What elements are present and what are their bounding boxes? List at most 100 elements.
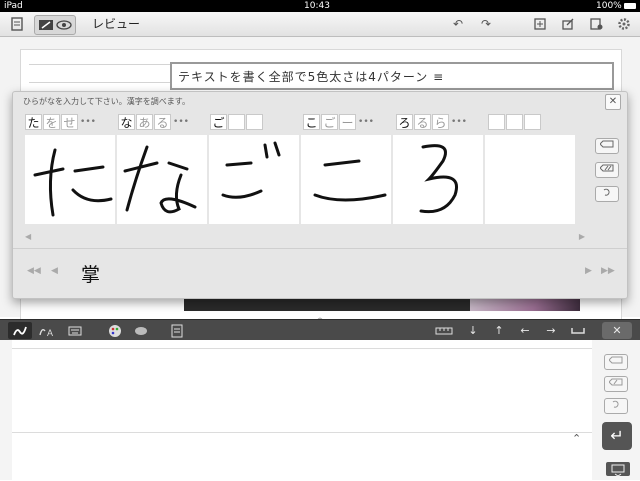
handwriting-cell[interactable] bbox=[209, 135, 299, 224]
candidate-char[interactable]: な bbox=[118, 114, 135, 130]
candidate-char[interactable]: せ bbox=[61, 114, 78, 130]
candidate-group: ろ る ら ••• bbox=[396, 114, 468, 130]
handwriting-to-text-icon: A bbox=[39, 328, 53, 337]
candidate-group: た を せ ••• bbox=[25, 114, 97, 130]
candidate-group: な あ る ••• bbox=[118, 114, 190, 130]
eraser-icon bbox=[608, 356, 623, 364]
handwriting-canvas[interactable] bbox=[12, 340, 592, 480]
enter-button[interactable]: ↵ bbox=[602, 422, 632, 450]
candidate-char[interactable] bbox=[228, 114, 245, 130]
candidate-char[interactable]: ご bbox=[210, 114, 227, 130]
more-candidates-button[interactable]: ••• bbox=[172, 114, 190, 130]
prev-page-icon[interactable]: ◀ bbox=[51, 266, 58, 276]
document-list-button[interactable] bbox=[6, 15, 28, 33]
eraser-icon bbox=[599, 140, 614, 148]
keyboard-hide-icon bbox=[611, 464, 625, 477]
pen-mode-button[interactable] bbox=[8, 322, 32, 339]
candidate-char[interactable] bbox=[246, 114, 263, 130]
cursor-right-button[interactable]: → bbox=[542, 322, 560, 339]
gear-icon bbox=[618, 18, 630, 30]
last-page-icon[interactable]: ▶▶ bbox=[601, 266, 615, 276]
first-page-icon[interactable]: ◀◀ bbox=[27, 266, 41, 276]
share-button[interactable] bbox=[558, 15, 578, 33]
candidate-group bbox=[488, 114, 542, 130]
candidate-group: こ ご ー ••• bbox=[303, 114, 375, 130]
settings-button[interactable] bbox=[614, 15, 634, 33]
next-page-icon[interactable]: ▶ bbox=[585, 266, 592, 276]
clear-input-button[interactable] bbox=[604, 354, 628, 370]
handwriting-panel: ひらがなを入力して下さい。漢字を調べます。 ✕ た を せ ••• な あ る … bbox=[12, 91, 628, 299]
handwriting-cell[interactable] bbox=[393, 135, 483, 224]
clear-all-button[interactable] bbox=[595, 162, 619, 178]
close-input-button[interactable]: ✕ bbox=[602, 322, 632, 339]
export-icon bbox=[562, 18, 574, 30]
document-heading-box[interactable]: テキストを書く全部で5色太さは4パターン ≡ bbox=[170, 62, 614, 90]
battery-icon bbox=[624, 3, 636, 9]
more-candidates-button[interactable]: ••• bbox=[79, 114, 97, 130]
panel-close-button[interactable]: ✕ bbox=[605, 94, 621, 110]
keyboard-button[interactable] bbox=[64, 322, 86, 339]
cells-scrollbar[interactable]: ◀ ▶ bbox=[25, 232, 585, 242]
hide-keyboard-button[interactable] bbox=[606, 462, 630, 477]
cursor-left-button[interactable]: ← bbox=[516, 322, 534, 339]
candidate-char[interactable]: こ bbox=[303, 114, 320, 130]
undo-input-button[interactable] bbox=[604, 398, 628, 414]
clear-all-icon bbox=[608, 378, 623, 386]
undo-stroke-icon bbox=[603, 188, 610, 196]
cursor-up-button[interactable]: ↑ bbox=[490, 322, 508, 339]
color-palette-button[interactable] bbox=[104, 322, 126, 339]
candidate-char[interactable]: ら bbox=[432, 114, 449, 130]
new-page-button[interactable] bbox=[530, 15, 550, 33]
page-settings-icon bbox=[590, 18, 603, 30]
battery-label: 100% bbox=[596, 1, 622, 11]
candidate-char[interactable]: ろ bbox=[396, 114, 413, 130]
candidate-char[interactable]: ご bbox=[321, 114, 338, 130]
candidate-char[interactable]: る bbox=[154, 114, 171, 130]
candidate-char[interactable]: あ bbox=[136, 114, 153, 130]
edit-view-toggle[interactable] bbox=[34, 15, 76, 35]
undo-icon: ↶ bbox=[452, 17, 464, 31]
panel-instruction: ひらがなを入力して下さい。漢字を調べます。 bbox=[23, 97, 190, 106]
guide-line bbox=[12, 432, 592, 433]
candidate-char[interactable] bbox=[506, 114, 523, 130]
status-bar: iPad 10:43 100% bbox=[0, 0, 640, 12]
clear-all-input-button[interactable] bbox=[604, 376, 628, 392]
palette-icon bbox=[109, 324, 121, 337]
page-list-button[interactable] bbox=[166, 322, 188, 339]
pen-width-icon bbox=[135, 326, 147, 335]
handwriting-cell[interactable] bbox=[117, 135, 207, 224]
more-candidates-button[interactable]: ••• bbox=[450, 114, 468, 130]
candidate-group: ご bbox=[210, 114, 264, 130]
pen-width-button[interactable] bbox=[130, 322, 152, 339]
space-button[interactable] bbox=[568, 322, 588, 339]
undo-button[interactable]: ↶ bbox=[448, 15, 468, 33]
undo-stroke-button[interactable] bbox=[595, 186, 619, 202]
document-title: レビュー bbox=[92, 17, 141, 31]
ruler-button[interactable] bbox=[432, 322, 456, 339]
kanji-result[interactable]: 掌 bbox=[81, 260, 100, 287]
input-toolbar: A ↓ ↑ ← → ✕ bbox=[0, 319, 640, 341]
page-settings-button[interactable] bbox=[586, 15, 606, 33]
more-candidates-button[interactable]: ••• bbox=[357, 114, 375, 130]
clear-cell-button[interactable] bbox=[595, 138, 619, 154]
candidate-char[interactable]: た bbox=[25, 114, 42, 130]
handwriting-cell[interactable] bbox=[301, 135, 391, 224]
ruled-line bbox=[29, 64, 179, 65]
candidate-char[interactable]: る bbox=[414, 114, 431, 130]
close-icon: ✕ bbox=[612, 324, 622, 337]
pen-stroke-icon bbox=[13, 326, 27, 335]
page-list-icon bbox=[171, 324, 183, 337]
handwritten-stroke bbox=[123, 145, 197, 214]
candidate-char[interactable]: を bbox=[43, 114, 60, 130]
arrow-down-icon: ↓ bbox=[468, 324, 478, 337]
cursor-down-button[interactable]: ↓ bbox=[464, 322, 482, 339]
handwriting-cell[interactable] bbox=[485, 135, 575, 224]
candidate-char[interactable] bbox=[524, 114, 541, 130]
handwritten-stroke bbox=[33, 148, 113, 217]
candidate-char[interactable] bbox=[488, 114, 505, 130]
handwriting-cell[interactable] bbox=[25, 135, 115, 224]
scroll-top-icon[interactable]: ⌃ bbox=[572, 432, 581, 445]
redo-button[interactable]: ↷ bbox=[476, 15, 496, 33]
candidate-char[interactable]: ー bbox=[339, 114, 356, 130]
text-recognition-button[interactable]: A bbox=[36, 322, 58, 339]
